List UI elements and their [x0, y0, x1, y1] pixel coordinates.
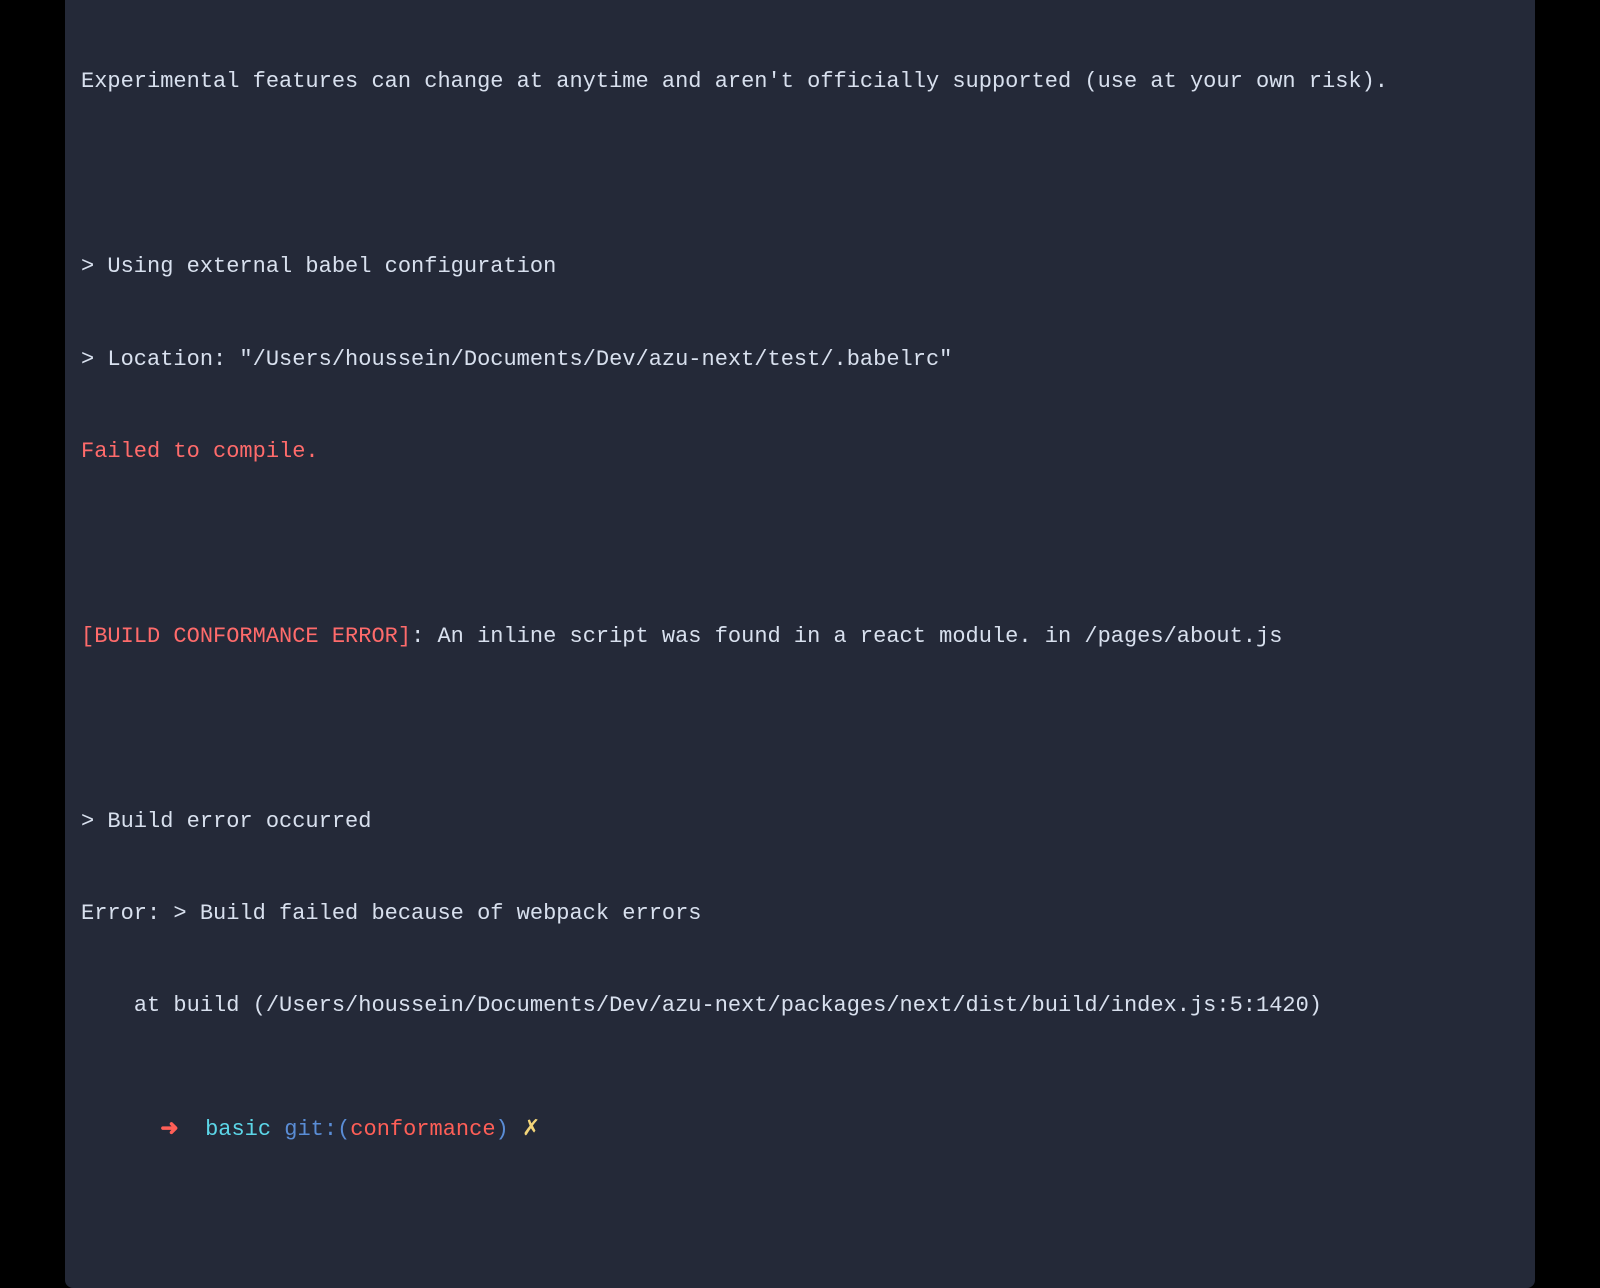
- prompt-arrow-icon: ➜: [160, 1117, 178, 1142]
- prompt-line-2: ➜ basic git:(conformance) ✗: [81, 1084, 1519, 1176]
- blank-line: [81, 529, 1519, 560]
- output-conformance-error: [BUILD CONFORMANCE ERROR]: An inline scr…: [81, 622, 1519, 653]
- output-found-config: Found experimental config:: [81, 0, 1519, 6]
- blank-line: [81, 160, 1519, 191]
- conformance-error-msg: : An inline script was found in a react …: [411, 624, 1282, 649]
- blank-line: [81, 714, 1519, 745]
- prompt-dirty-icon: ✗: [522, 1117, 540, 1142]
- prompt-branch: conformance: [350, 1117, 495, 1142]
- terminal-body[interactable]: ➜ basic git:(conformance) ✗ mynext build…: [65, 0, 1535, 1288]
- output-error-line: Error: > Build failed because of webpack…: [81, 899, 1519, 930]
- output-build-error: > Build error occurred: [81, 807, 1519, 838]
- output-failed: Failed to compile.: [81, 437, 1519, 468]
- output-babel-2: > Location: "/Users/houssein/Documents/D…: [81, 345, 1519, 376]
- output-experimental-warn: Experimental features can change at anyt…: [81, 67, 1519, 98]
- output-babel-1: > Using external babel configuration: [81, 252, 1519, 283]
- terminal-window: houssein@houssein-macbookpro2: ~/Documen…: [65, 0, 1535, 1288]
- prompt-git-close: ): [496, 1117, 509, 1142]
- conformance-error-label: [BUILD CONFORMANCE ERROR]: [81, 624, 411, 649]
- prompt-git-label: git:(: [284, 1117, 350, 1142]
- prompt-dir: basic: [205, 1117, 271, 1142]
- output-at-line: at build (/Users/houssein/Documents/Dev/…: [81, 991, 1519, 1022]
